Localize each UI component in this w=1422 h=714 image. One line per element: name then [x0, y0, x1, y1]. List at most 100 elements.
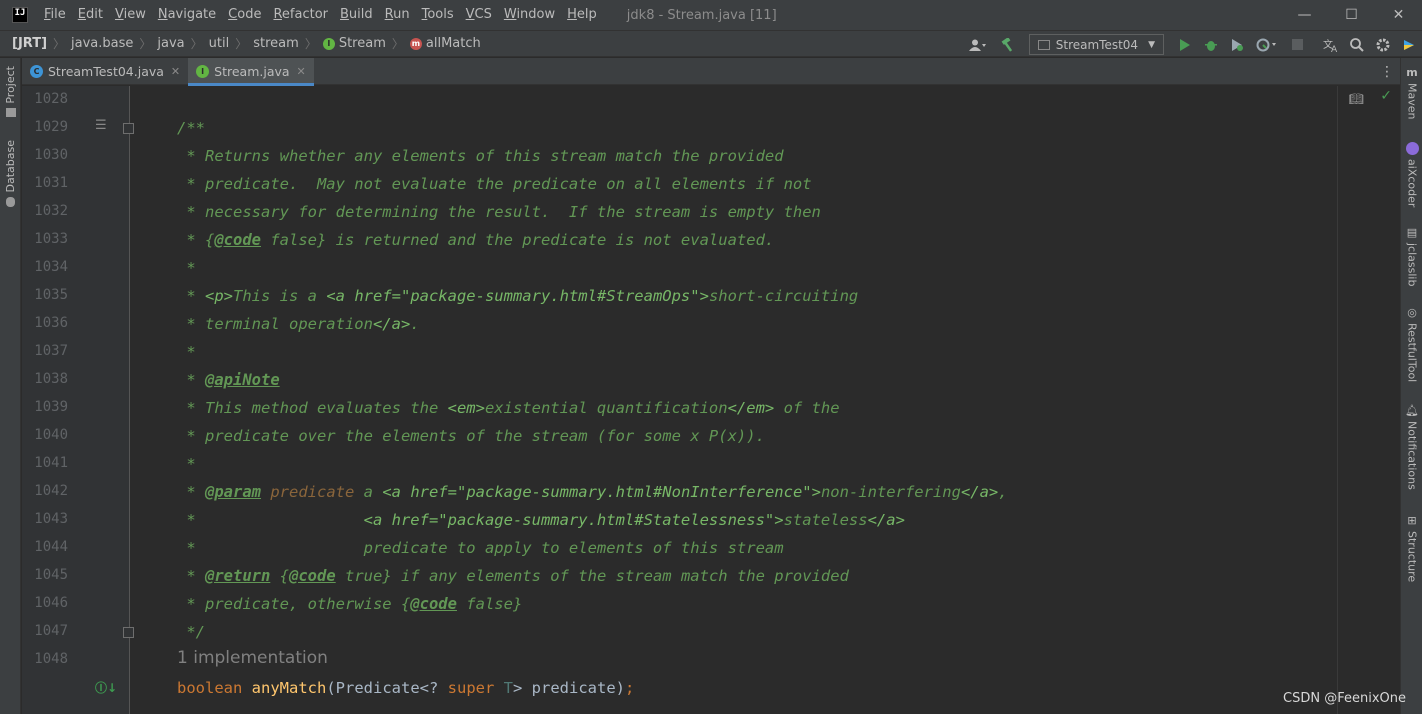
code-token: short-circuiting	[708, 287, 859, 305]
menu-code[interactable]: Code	[222, 0, 267, 30]
code-token: ;	[625, 679, 635, 697]
jclasslib-tool-tab[interactable]: ▤ jclasslib	[1401, 226, 1422, 286]
line-number[interactable]: 1031	[22, 175, 68, 191]
build-hammer-icon[interactable]	[997, 34, 1019, 56]
breadcrumb-java-base[interactable]: java.base	[71, 36, 133, 51]
menu-help[interactable]: Help	[561, 0, 603, 30]
tab-stream-java[interactable]: I Stream.java ✕	[188, 58, 314, 86]
breadcrumb-label: java.base	[71, 36, 134, 51]
method-icon: m	[409, 37, 422, 50]
line-number[interactable]: 1039	[22, 399, 68, 415]
breadcrumb-allmatch[interactable]: m allMatch	[409, 36, 481, 51]
settings-icon[interactable]	[1372, 34, 1394, 56]
more-tabs-icon[interactable]: ⋮	[1380, 58, 1394, 85]
code-line-1038: * @apiNote	[177, 366, 279, 394]
line-number[interactable]: 1040	[22, 427, 68, 443]
translate-icon[interactable]: 文A	[1320, 34, 1342, 56]
database-tool-tab[interactable]: Database	[0, 140, 21, 207]
aixcoder-tool-tab[interactable]: aiXcoder	[1401, 142, 1422, 207]
line-number[interactable]: 1034	[22, 259, 68, 275]
menu-build[interactable]: Build	[334, 0, 379, 30]
restfultool-tool-tab[interactable]: ◎ RestfulTool	[1401, 306, 1422, 382]
menu-label-rest: un	[393, 7, 410, 22]
close-icon[interactable]: ✕	[297, 65, 306, 78]
line-number[interactable]: 1045	[22, 567, 68, 583]
code-editor[interactable]: ☰ Ⓘ↓ 1028 1029 1030 1031 1032 1033 1034 1035 103…	[22, 86, 1400, 714]
menu-tools[interactable]: Tools	[416, 0, 460, 30]
line-number[interactable]: 1043	[22, 511, 68, 527]
line-number[interactable]: 1033	[22, 231, 68, 247]
line-number[interactable]: 1046	[22, 595, 68, 611]
line-number[interactable]: 1037	[22, 343, 68, 359]
minimize-button[interactable]: —	[1281, 0, 1328, 30]
line-number[interactable]: 1048	[22, 651, 68, 667]
restfultool-tab-label: RestfulTool	[1405, 323, 1419, 383]
menu-view[interactable]: View	[109, 0, 152, 30]
method-name[interactable]: anyMatch	[252, 679, 327, 697]
run-configuration-dropdown[interactable]: StreamTest04 ▼	[1028, 34, 1164, 55]
line-number[interactable]: 1038	[22, 371, 68, 387]
line-number[interactable]: 1042	[22, 483, 68, 499]
fold-toggle-icon[interactable]	[123, 627, 134, 638]
code-token: * predicate, otherwise {	[177, 595, 411, 613]
reader-mode-lines-icon[interactable]: ☰	[95, 118, 107, 133]
menu-navigate[interactable]: Navigate	[152, 0, 222, 30]
user-icon[interactable]	[963, 34, 993, 56]
breadcrumb-util[interactable]: util	[209, 36, 230, 51]
menu-edit[interactable]: Edit	[72, 0, 109, 30]
fold-toggle-icon[interactable]	[123, 123, 134, 134]
line-number[interactable]: 1041	[22, 455, 68, 471]
line-number[interactable]: 1028	[22, 91, 68, 107]
line-number[interactable]: 1044	[22, 539, 68, 555]
maximize-button[interactable]: ☐	[1328, 0, 1375, 30]
stop-icon[interactable]	[1286, 34, 1308, 56]
code-token: * {	[177, 231, 215, 249]
structure-tool-tab[interactable]: ⊞ Structure	[1401, 514, 1422, 582]
html-markup: <p>	[205, 287, 233, 305]
code-token: *	[177, 287, 205, 305]
javadoc-tag: @code	[410, 595, 457, 613]
tab-label: Stream.java	[214, 64, 290, 79]
menu-run[interactable]: Run	[379, 0, 416, 30]
breadcrumb-stream-interface[interactable]: I Stream	[322, 36, 386, 51]
reader-mode-icon[interactable]: 📖︎	[1349, 92, 1364, 106]
type-parameter: T	[503, 679, 514, 697]
breadcrumb-jrt[interactable]: [JRT]	[12, 36, 47, 51]
line-number[interactable]: 1036	[22, 315, 68, 331]
line-number[interactable]: 1047	[22, 623, 68, 639]
menu-refactor[interactable]: Refactor	[267, 0, 334, 30]
breadcrumb-stream-package[interactable]: stream	[253, 36, 299, 51]
maven-tool-tab[interactable]: m Maven	[1401, 66, 1422, 119]
close-window-button[interactable]: ✕	[1375, 0, 1422, 30]
intellij-logo-icon: IJ	[12, 7, 28, 23]
debug-icon[interactable]	[1200, 34, 1222, 56]
close-icon[interactable]: ✕	[171, 65, 180, 78]
tab-streamtest04[interactable]: C StreamTest04.java ✕	[22, 58, 188, 85]
breadcrumb-java[interactable]: java	[157, 36, 184, 51]
keyword: boolean	[177, 679, 243, 697]
coverage-icon[interactable]	[1226, 34, 1248, 56]
implementations-inlay-hint[interactable]: 1 implementation	[177, 648, 328, 668]
code-line-1039: * This method evaluates the <em>existent…	[177, 394, 839, 422]
notifications-tool-tab[interactable]: 🔔︎ Notifications	[1401, 404, 1422, 490]
project-tool-tab[interactable]: Project	[0, 66, 21, 117]
profile-icon[interactable]	[1252, 34, 1282, 56]
line-number[interactable]: 1035	[22, 287, 68, 303]
inspection-ok-icon[interactable]: ✓	[1380, 88, 1392, 104]
search-icon[interactable]	[1346, 34, 1368, 56]
code-line-1043: * <a href="package-summary.html#Stateles…	[177, 506, 905, 534]
line-number[interactable]: 1030	[22, 147, 68, 163]
line-number[interactable]: 1032	[22, 203, 68, 219]
plugin-icon[interactable]	[1398, 34, 1420, 56]
menu-window[interactable]: Window	[498, 0, 561, 30]
menu-file[interactable]: File	[38, 0, 72, 30]
code-line-1046: * predicate, otherwise {@code false}	[177, 590, 522, 618]
implemented-marker-icon[interactable]: Ⓘ↓	[95, 679, 117, 696]
menu-vcs[interactable]: VCS	[460, 0, 498, 30]
line-number[interactable]: 1029	[22, 119, 68, 135]
structure-icon: ⊞	[1407, 514, 1417, 527]
breadcrumb-label: java	[157, 36, 185, 51]
menu-mnemonic: H	[567, 7, 577, 22]
run-icon[interactable]	[1174, 34, 1196, 56]
